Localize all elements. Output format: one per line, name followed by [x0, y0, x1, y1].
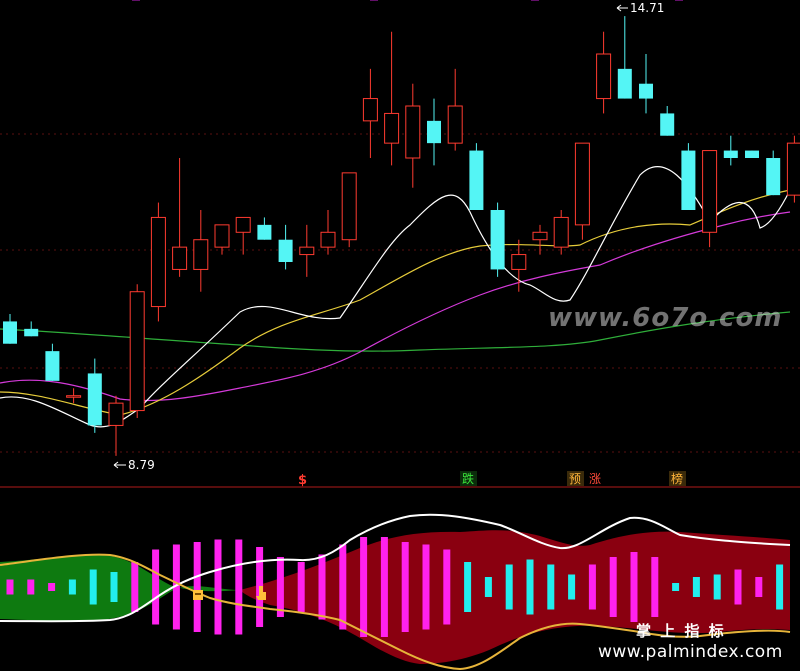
svg-text:涨: 涨 [589, 471, 601, 486]
indicator-bar [380, 537, 388, 637]
candle-body [45, 351, 60, 381]
svg-text:榜: 榜 [671, 471, 683, 486]
candle-body [150, 216, 166, 308]
indicator-bar [214, 539, 222, 635]
indicator-bar [609, 557, 617, 617]
indicator-bar [193, 542, 201, 632]
candle-body [617, 68, 632, 99]
candle-body [278, 239, 293, 262]
candle-body [129, 291, 145, 412]
indicator-bar [505, 564, 513, 610]
candle-body [745, 150, 759, 158]
candle-body [66, 395, 82, 398]
indicator-bar [235, 539, 243, 635]
candle-body [257, 224, 272, 240]
indicator-bar [318, 554, 326, 620]
indicator-bar [713, 574, 721, 600]
candle-body [786, 142, 800, 196]
candle-body [172, 246, 188, 270]
candle-body [532, 231, 548, 241]
candle-body [511, 254, 527, 270]
watermark-top: www.6o7o.com [548, 303, 782, 333]
candle-body [553, 216, 569, 248]
indicator-bar [734, 569, 742, 605]
candle-body [341, 172, 357, 241]
candle-body [766, 158, 781, 196]
signal-zhang-badge: 涨 [589, 471, 601, 486]
indicator-bar [776, 564, 784, 610]
candle-body [702, 150, 718, 233]
indicator-bar [339, 544, 347, 630]
indicator-bar [401, 542, 409, 632]
indicator-bar [110, 572, 118, 602]
candle-body [723, 150, 738, 158]
candle-body [596, 53, 612, 100]
candle-body [299, 246, 315, 256]
indicator-bar [360, 537, 368, 637]
signal-die-badge: 跌 [460, 471, 477, 486]
indicator-bar [547, 564, 555, 610]
indicator-bar [588, 564, 596, 610]
candle-body [427, 120, 441, 144]
indicator-bar [152, 549, 160, 625]
indicator-bar [297, 562, 305, 612]
indicator-bar [48, 583, 56, 591]
candle-body [639, 83, 653, 99]
high-price-label: 14.71 [630, 1, 664, 15]
indicator-bar [755, 577, 763, 597]
indicator-bar [672, 583, 680, 591]
candle-body [681, 150, 696, 210]
indicator-bar [27, 579, 35, 595]
indicator-bar [484, 577, 492, 597]
candle-body [362, 98, 378, 122]
signal-yu-badge: 预 [567, 471, 584, 486]
indicator-bar [651, 557, 659, 617]
candle-body [87, 373, 102, 426]
candle-body [193, 239, 209, 270]
candle-body [320, 231, 336, 248]
indicator-bar [443, 549, 451, 625]
candle-body [574, 142, 590, 226]
signal-bang-badge: 榜 [669, 471, 686, 486]
indicator-bar [526, 559, 534, 615]
indicator-bar [464, 562, 472, 612]
svg-text:跌: 跌 [462, 471, 474, 486]
candle-body [469, 150, 484, 210]
watermark-cn: 掌 上 指 标 [636, 622, 726, 640]
candle-body [214, 224, 230, 248]
indicator-bar [276, 557, 284, 617]
indicator-yellow-flag-marker [193, 590, 203, 600]
indicator-bar [422, 544, 430, 630]
candle-body [447, 105, 463, 144]
candle-body [108, 402, 124, 426]
indicator-bar [68, 579, 76, 595]
candle-body [405, 105, 421, 159]
low-price-label: 8.79 [128, 458, 155, 472]
signal-dollar: $ [298, 473, 307, 488]
candle-body [384, 112, 400, 144]
svg-text:预: 预 [569, 472, 581, 486]
watermark-bottom: www.palmindex.com [598, 642, 783, 662]
indicator-bar [630, 552, 638, 622]
candle-body [660, 113, 675, 136]
indicator-bar [692, 577, 700, 597]
candle-body [3, 321, 17, 344]
candle-body [235, 216, 251, 233]
candle-body [24, 328, 39, 337]
indicator-bar [568, 574, 576, 600]
indicator-bar [89, 569, 97, 605]
candle-body [490, 210, 505, 270]
stock-chart[interactable]: 14.71 8.79 $ 跌 预 涨 榜 www.6o7o.com 掌 上 指 … [0, 0, 800, 671]
indicator-bar [6, 579, 14, 595]
indicator-bar [131, 562, 139, 612]
